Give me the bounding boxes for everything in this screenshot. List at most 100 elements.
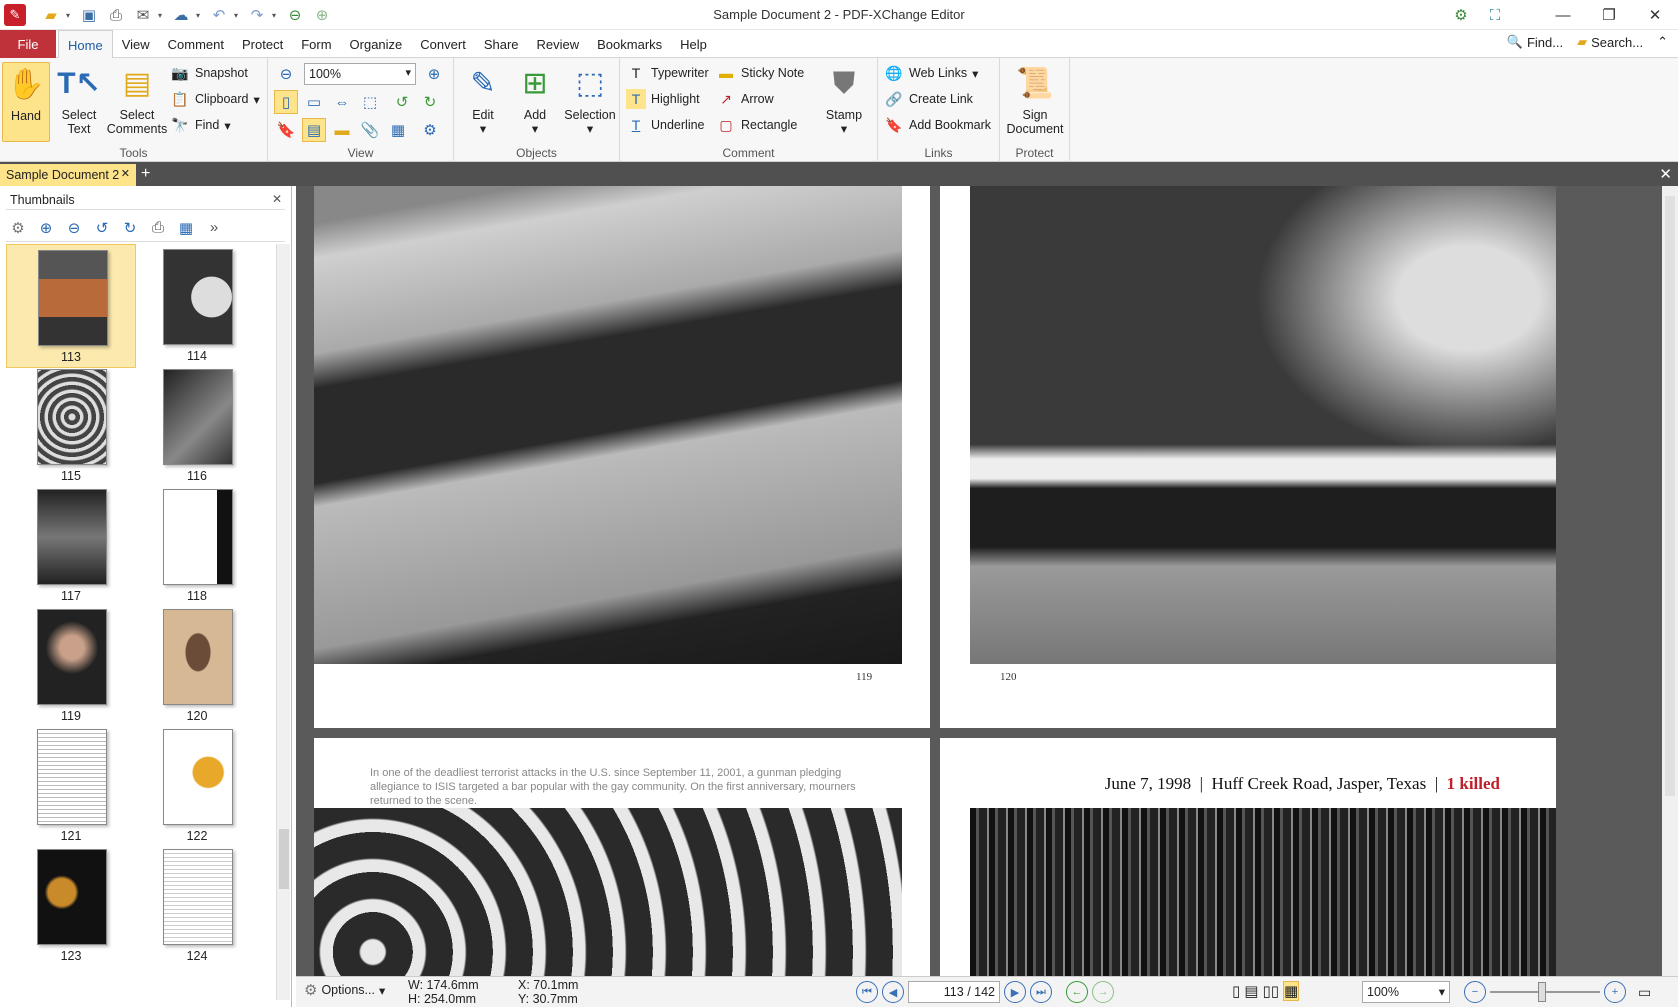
- thumbnail-page[interactable]: 122: [132, 724, 262, 848]
- properties-panel-icon[interactable]: ▦: [386, 118, 410, 142]
- more-tools-icon[interactable]: »: [202, 216, 226, 240]
- edit-objects-button[interactable]: ✎ Edit ▾: [458, 62, 508, 137]
- viewer-scroll-thumb[interactable]: [1665, 196, 1675, 796]
- rectangle-button[interactable]: ▢ Rectangle: [716, 114, 797, 136]
- tab-bookmarks[interactable]: Bookmarks: [588, 30, 671, 58]
- search-button[interactable]: ▰ Search...: [1577, 34, 1643, 50]
- new-tab-icon[interactable]: +: [141, 165, 150, 183]
- zoom-slider[interactable]: [1490, 982, 1600, 1002]
- thumbnails-scrollbar[interactable]: [276, 244, 290, 1000]
- thumbnail-page[interactable]: 123: [6, 844, 136, 968]
- attachments-panel-icon[interactable]: 📎: [358, 118, 382, 142]
- thumbnail-page[interactable]: 124: [132, 844, 262, 968]
- tab-comment[interactable]: Comment: [159, 30, 233, 58]
- find-tool-button[interactable]: 🔭 Find ▾: [170, 114, 230, 136]
- thumbnail-page[interactable]: 113: [6, 244, 136, 368]
- page-number-input[interactable]: 113 / 142: [908, 981, 1000, 1003]
- arrow-button[interactable]: ↗ Arrow: [716, 88, 774, 110]
- comments-panel-icon[interactable]: ▬: [330, 118, 354, 142]
- next-view-icon[interactable]: →: [1092, 981, 1114, 1003]
- tab-help[interactable]: Help: [671, 30, 716, 58]
- facing-icon[interactable]: ▯▯: [1262, 982, 1279, 1000]
- sticky-note-button[interactable]: ▬ Sticky Note: [716, 62, 804, 84]
- facing-continuous-icon[interactable]: ▦: [1282, 981, 1300, 1001]
- thumbnail-page[interactable]: 120: [132, 604, 262, 728]
- thumbnails-scroll-thumb[interactable]: [279, 829, 289, 889]
- status-zoom-in-icon[interactable]: +: [1604, 981, 1626, 1003]
- document-viewer[interactable]: 119 120 In one of the deadliest terroris…: [296, 186, 1662, 976]
- typewriter-button[interactable]: T Typewriter: [626, 62, 709, 84]
- tab-convert[interactable]: Convert: [411, 30, 475, 58]
- thumbnail-page[interactable]: 121: [6, 724, 136, 848]
- file-menu[interactable]: File: [0, 30, 56, 58]
- thumbnail-page[interactable]: 118: [132, 484, 262, 608]
- prev-view-icon[interactable]: ←: [1066, 981, 1088, 1003]
- document-tab[interactable]: Sample Document 2 ✕: [0, 164, 136, 186]
- viewer-scrollbar[interactable]: [1662, 186, 1678, 976]
- tab-home[interactable]: Home: [58, 30, 113, 59]
- thumbnails-panel-icon[interactable]: ▤: [302, 118, 326, 142]
- find-button[interactable]: 🔍 Find...: [1507, 34, 1563, 50]
- thumb-print-icon[interactable]: ⎙: [146, 216, 170, 240]
- create-link-button[interactable]: 🔗 Create Link: [884, 88, 973, 110]
- last-page-icon[interactable]: ⏭: [1030, 981, 1052, 1003]
- thumbnail-page[interactable]: 115: [6, 364, 136, 488]
- rotate-right-icon[interactable]: ↻: [418, 90, 442, 114]
- underline-button[interactable]: T Underline: [626, 114, 705, 136]
- ui-options-icon[interactable]: ⚙: [1448, 3, 1474, 27]
- single-page-icon[interactable]: ▯: [1232, 982, 1240, 1000]
- tab-organize[interactable]: Organize: [341, 30, 412, 58]
- thumbnail-page[interactable]: 117: [6, 484, 136, 608]
- thumb-zoom-in-icon[interactable]: ⊕: [34, 216, 58, 240]
- thumb-options-icon[interactable]: ⚙: [6, 216, 30, 240]
- zoom-out-icon[interactable]: ⊖: [274, 62, 298, 86]
- zoom-slider-handle[interactable]: [1538, 982, 1546, 1002]
- thumbnail-page[interactable]: 116: [132, 364, 262, 488]
- close-window-icon[interactable]: ✕: [1632, 0, 1678, 30]
- fullscreen-view-icon[interactable]: ▭: [1638, 984, 1651, 1001]
- clipboard-button[interactable]: 📋 Clipboard ▾: [170, 88, 260, 110]
- selection-button[interactable]: ⬚ Selection ▾: [562, 62, 618, 137]
- settings-panel-icon[interactable]: ⚙: [418, 118, 442, 142]
- rotate-cw-90-icon[interactable]: ↻: [118, 216, 142, 240]
- add-bookmark-button[interactable]: 🔖 Add Bookmark: [884, 114, 991, 136]
- status-zoom-select[interactable]: 100% ▾: [1362, 981, 1450, 1003]
- first-page-icon[interactable]: ⏮: [856, 981, 878, 1003]
- tab-share[interactable]: Share: [475, 30, 528, 58]
- select-text-button[interactable]: T↖ Select Text: [54, 62, 104, 137]
- fit-width-icon[interactable]: ⇔: [330, 90, 354, 114]
- thumb-zoom-out-icon[interactable]: ⊖: [62, 216, 86, 240]
- tab-form[interactable]: Form: [292, 30, 340, 58]
- highlight-button[interactable]: T Highlight: [626, 88, 700, 110]
- thumbnail-page[interactable]: 114: [132, 244, 262, 368]
- sign-document-button[interactable]: 📜 Sign Document: [1002, 62, 1068, 137]
- tab-review[interactable]: Review: [528, 30, 589, 58]
- zoom-select[interactable]: 100%: [304, 63, 416, 85]
- status-zoom-out-icon[interactable]: −: [1464, 981, 1486, 1003]
- rotate-ccw-90-icon[interactable]: ↺: [90, 216, 114, 240]
- restore-icon[interactable]: ❐: [1586, 0, 1632, 30]
- actual-size-icon[interactable]: ▯: [274, 90, 298, 114]
- stamp-button[interactable]: ⛊ Stamp ▾: [816, 62, 872, 137]
- bookmark-panel-icon[interactable]: 🔖: [274, 118, 298, 142]
- next-page-icon[interactable]: ▶: [1004, 981, 1026, 1003]
- minimize-icon[interactable]: —: [1540, 0, 1586, 30]
- thumb-properties-icon[interactable]: ▦: [174, 216, 198, 240]
- web-links-button[interactable]: 🌐 Web Links ▾: [884, 62, 978, 84]
- rotate-left-icon[interactable]: ↺: [390, 90, 414, 114]
- hand-tool-button[interactable]: ✋ Hand: [2, 62, 50, 142]
- thumbnail-page[interactable]: 119: [6, 604, 136, 728]
- options-button[interactable]: ⚙ Options... ▾: [304, 981, 385, 999]
- tab-protect[interactable]: Protect: [233, 30, 292, 58]
- close-pane-icon[interactable]: ✕: [272, 192, 282, 206]
- close-tab-icon[interactable]: ✕: [121, 167, 130, 180]
- select-comments-button[interactable]: ▤ Select Comments: [106, 62, 168, 137]
- prev-page-icon[interactable]: ◀: [882, 981, 904, 1003]
- tab-view[interactable]: View: [113, 30, 159, 58]
- fullscreen-icon[interactable]: ⛶: [1482, 3, 1508, 27]
- continuous-icon[interactable]: ▤: [1244, 982, 1258, 1000]
- zoom-in-icon[interactable]: ⊕: [422, 62, 446, 86]
- snapshot-button[interactable]: 📷 Snapshot: [170, 62, 248, 84]
- fit-visible-icon[interactable]: ⬚: [358, 90, 382, 114]
- collapse-ribbon-icon[interactable]: ⌃: [1657, 34, 1668, 50]
